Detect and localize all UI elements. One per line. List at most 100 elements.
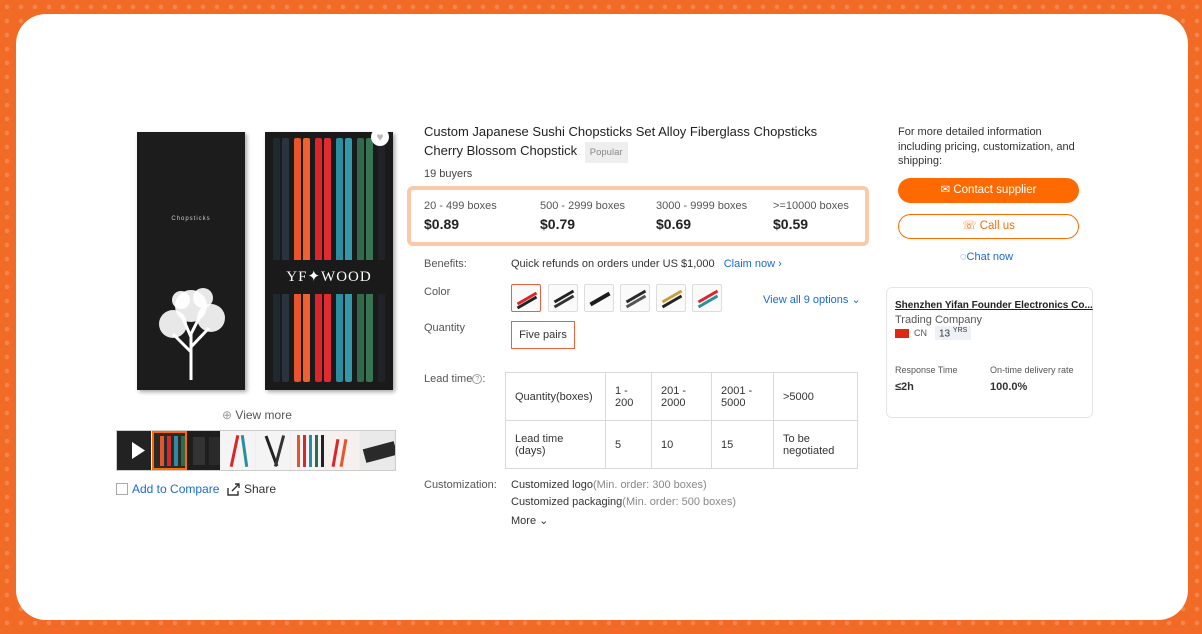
gift-box-image: Chopsticks xyxy=(137,132,245,390)
contact-info-text: For more detailed information including … xyxy=(898,126,1075,167)
call-us-label: Call us xyxy=(979,220,1015,232)
chopsticks-box-image: YF✦WOOD xyxy=(265,132,393,390)
quantity-option-button[interactable]: Five pairs xyxy=(511,321,575,349)
main-product-image[interactable]: Chopsticks YF✦WOOD ♥ xyxy=(116,120,396,402)
contact-supplier-label: Contact supplier xyxy=(953,184,1037,196)
table-cell: Lead time (days) xyxy=(505,420,606,469)
tier-price: $0.89 xyxy=(424,216,460,232)
china-flag-icon xyxy=(895,329,909,338)
thumbnail[interactable] xyxy=(360,431,395,470)
buyers-count: 19 buyers xyxy=(424,168,473,180)
table-row: Lead time (days) 5 10 15 To be negotiate… xyxy=(505,420,858,469)
tier-range: 500 - 2999 boxes xyxy=(540,200,626,212)
view-more-label: View more xyxy=(235,408,292,422)
color-swatch[interactable] xyxy=(548,284,578,312)
price-tiers: 20 - 499 boxes $0.89 500 - 2999 boxes $0… xyxy=(407,186,869,246)
table-cell: 10 xyxy=(651,420,712,469)
tier-range: 20 - 499 boxes xyxy=(424,200,497,212)
thumbnail-strip xyxy=(116,430,396,471)
thumbnail[interactable] xyxy=(151,431,187,470)
add-to-compare[interactable]: Add to Compare xyxy=(116,482,219,496)
chat-now-label: Chat now xyxy=(966,251,1014,263)
customization-min-order: (Min. order: 500 boxes) xyxy=(622,496,737,508)
compare-checkbox[interactable] xyxy=(116,483,128,495)
phone-icon: ☏ xyxy=(962,220,977,232)
table-cell: 2001 - 5000 xyxy=(711,372,774,421)
supplier-country: CN xyxy=(914,328,927,338)
view-all-options-link[interactable]: View all 9 options ⌄ xyxy=(763,293,861,306)
help-icon[interactable]: ? xyxy=(472,374,483,385)
thumbnail[interactable] xyxy=(256,431,291,470)
price-tier: 20 - 499 boxes $0.89 xyxy=(424,200,497,232)
lead-time-label-text: Lead time xyxy=(424,373,473,385)
customization-label: Customization: xyxy=(424,479,497,491)
tier-price: $0.59 xyxy=(773,216,809,232)
thumbnail[interactable] xyxy=(186,431,222,470)
tier-range: >=10000 boxes xyxy=(773,200,849,212)
share-icon xyxy=(227,482,240,496)
chat-now-link[interactable]: ◌Chat now xyxy=(960,251,1013,263)
thumbnail[interactable] xyxy=(221,431,257,470)
claim-now-link[interactable]: Claim now › xyxy=(724,258,782,270)
customization-min-order: (Min. order: 300 boxes) xyxy=(592,479,707,491)
color-swatch[interactable] xyxy=(620,284,650,312)
contact-supplier-button[interactable]: ✉ Contact supplier xyxy=(898,178,1079,203)
price-tier: 500 - 2999 boxes $0.79 xyxy=(540,200,625,232)
customization-name: Customized logo xyxy=(511,479,593,491)
tier-price: $0.79 xyxy=(540,216,576,232)
tree-illustration xyxy=(159,288,225,380)
customization-item: Customized logo(Min. order: 300 boxes) xyxy=(511,479,707,491)
supplier-type: Trading Company xyxy=(895,314,983,326)
color-swatch[interactable] xyxy=(584,284,614,312)
customization-name: Customized packaging xyxy=(511,496,623,508)
add-to-compare-label: Add to Compare xyxy=(132,482,220,496)
response-time-value: ≤2h xyxy=(895,381,914,393)
color-swatch[interactable] xyxy=(692,284,722,312)
benefits-text: Quick refunds on orders under US $1,000 … xyxy=(511,258,782,270)
video-thumbnail[interactable] xyxy=(117,431,152,470)
mail-icon: ✉ xyxy=(940,184,951,196)
box-label: Chopsticks xyxy=(171,216,211,222)
table-row: Quantity(boxes) 1 - 200 201 - 2000 2001 … xyxy=(505,372,858,421)
customization-item: Customized packaging(Min. order: 500 box… xyxy=(511,496,736,508)
tier-price: $0.69 xyxy=(656,216,692,232)
supplier-card: Shenzhen Yifan Founder Electronics Co...… xyxy=(886,287,1093,418)
supplier-years-badge: 13 YRS xyxy=(935,326,972,341)
response-time-label: Response Time xyxy=(895,365,958,375)
table-cell: 1 - 200 xyxy=(605,372,652,421)
product-title: Custom Japanese Sushi Chopsticks Set All… xyxy=(424,122,854,163)
table-cell: 5 xyxy=(605,420,652,469)
ontime-delivery-label: On-time delivery rate xyxy=(990,365,1074,375)
popular-badge: Popular xyxy=(584,142,628,163)
table-cell: 201 - 2000 xyxy=(651,372,712,421)
share-label: Share xyxy=(244,482,277,496)
play-icon xyxy=(132,442,145,459)
favorite-heart-icon[interactable]: ♥ xyxy=(371,128,389,146)
color-swatch[interactable] xyxy=(656,284,686,312)
price-tier: 3000 - 9999 boxes $0.69 xyxy=(656,200,747,232)
lead-time-table: Quantity(boxes) 1 - 200 201 - 2000 2001 … xyxy=(505,372,858,469)
call-us-button[interactable]: ☏ Call us xyxy=(898,214,1079,239)
table-cell: Quantity(boxes) xyxy=(505,372,606,421)
tier-range: 3000 - 9999 boxes xyxy=(656,200,748,212)
color-swatch[interactable] xyxy=(511,284,541,312)
thumbnail[interactable] xyxy=(290,431,326,470)
more-customization-link[interactable]: More ⌄ xyxy=(511,514,548,527)
table-cell: >5000 xyxy=(773,372,858,421)
supplier-years-unit: YRS xyxy=(952,327,968,334)
zoom-icon: ⊕ xyxy=(222,408,233,422)
view-more-link[interactable]: ⊕ View more xyxy=(222,408,292,422)
share-button[interactable]: Share xyxy=(227,482,276,496)
quantity-label: Quantity xyxy=(424,322,465,334)
lead-time-label: Lead time?: xyxy=(424,373,486,385)
table-cell: To be negotiated xyxy=(773,420,858,469)
benefits-description: Quick refunds on orders under US $1,000 xyxy=(511,258,715,270)
thumbnail[interactable] xyxy=(325,431,361,470)
ontime-delivery-value: 100.0% xyxy=(990,381,1028,393)
supplier-name-link[interactable]: Shenzhen Yifan Founder Electronics Co... xyxy=(895,300,1093,311)
color-label: Color xyxy=(424,286,451,298)
supplier-years: 13 xyxy=(939,328,951,340)
table-cell: 15 xyxy=(711,420,774,469)
benefits-label: Benefits: xyxy=(424,258,467,270)
price-tier: >=10000 boxes $0.59 xyxy=(773,200,849,232)
